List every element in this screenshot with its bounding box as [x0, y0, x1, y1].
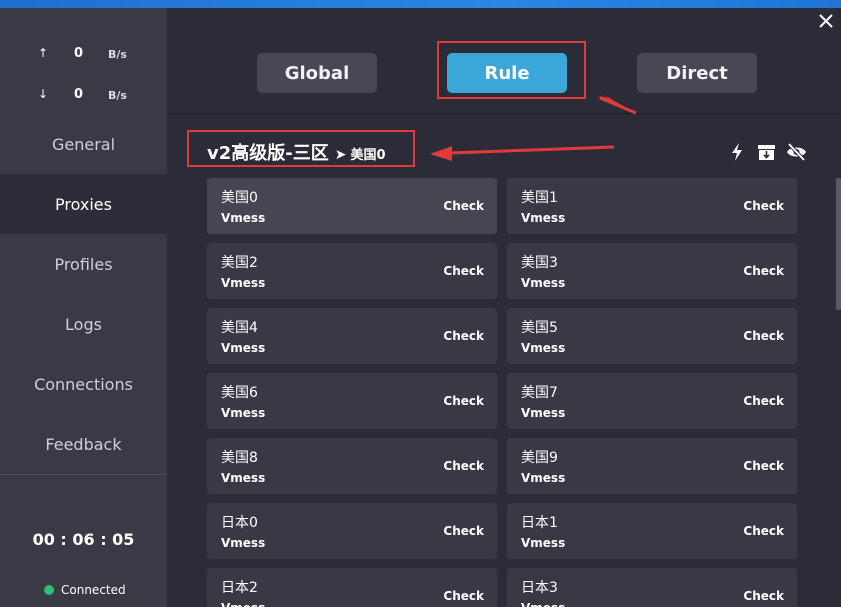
proxy-type: Vmess — [521, 471, 566, 485]
proxy-name: 美国4 — [221, 320, 258, 336]
proxy-type: Vmess — [521, 341, 566, 355]
check-latency-button[interactable]: Check — [743, 264, 784, 278]
check-latency-button[interactable]: Check — [443, 524, 484, 538]
uptime-timer: 00 : 06 : 05 — [32, 530, 135, 549]
proxy-type: Vmess — [221, 211, 266, 225]
arrow-up-icon: ↑ — [38, 46, 49, 60]
proxy-card[interactable]: 美国4 Vmess Check — [207, 308, 497, 364]
sidebar-item-profiles[interactable]: Profiles — [0, 234, 167, 294]
proxy-card[interactable]: 美国7 Vmess Check — [507, 373, 797, 429]
proxy-card[interactable]: 美国3 Vmess Check — [507, 243, 797, 299]
sidebar: ↑ 0 B/s ↓ 0 B/s General Proxies Profiles… — [0, 8, 167, 607]
mode-global-button[interactable]: Global — [257, 53, 377, 93]
proxy-name: 美国3 — [521, 255, 558, 271]
proxy-name: 美国7 — [521, 385, 558, 401]
proxy-type: Vmess — [221, 471, 266, 485]
proxy-card[interactable]: 日本0 Vmess Check — [207, 503, 497, 559]
proxy-name: 日本2 — [221, 580, 258, 596]
proxy-type: Vmess — [521, 211, 566, 225]
traffic-panel: ↑ 0 B/s ↓ 0 B/s — [0, 8, 167, 114]
check-latency-button[interactable]: Check — [443, 459, 484, 473]
proxy-type: Vmess — [521, 406, 566, 420]
annotation-box-rule — [437, 41, 586, 99]
proxy-card[interactable]: 日本2 Vmess Check — [207, 568, 497, 607]
proxy-type: Vmess — [221, 601, 265, 607]
proxy-name: 美国1 — [521, 190, 558, 206]
title-bar-strip — [0, 0, 841, 8]
sidebar-item-general[interactable]: General — [0, 114, 167, 174]
proxy-card[interactable]: 日本1 Vmess Check — [507, 503, 797, 559]
check-latency-button[interactable]: Check — [443, 589, 484, 603]
proxy-type: Vmess — [221, 341, 266, 355]
check-latency-button[interactable]: Check — [743, 394, 784, 408]
download-unit: B/s — [108, 89, 127, 102]
download-value: 0 — [74, 87, 84, 102]
arrow-down-icon: ↓ — [38, 87, 49, 101]
proxy-name: 美国8 — [221, 450, 258, 466]
upload-unit: B/s — [108, 48, 127, 61]
check-latency-button[interactable]: Check — [743, 459, 784, 473]
upload-speed: ↑ 0 B/s — [0, 45, 167, 65]
status-label: Connected — [61, 583, 126, 597]
eye-off-icon[interactable] — [786, 142, 807, 162]
proxy-name: 日本1 — [521, 515, 558, 531]
proxy-type: Vmess — [221, 536, 266, 550]
proxy-type: Vmess — [521, 276, 566, 290]
sidebar-item-connections[interactable]: Connections — [0, 354, 167, 414]
proxy-card[interactable]: 美国2 Vmess Check — [207, 243, 497, 299]
check-latency-button[interactable]: Check — [743, 524, 784, 538]
scrollbar[interactable] — [836, 178, 841, 310]
proxy-type: Vmess — [521, 601, 565, 607]
proxy-card[interactable]: 日本3 Vmess Check — [507, 568, 797, 607]
proxy-card[interactable]: 美国1 Vmess Check — [507, 178, 797, 234]
proxy-card[interactable]: 美国5 Vmess Check — [507, 308, 797, 364]
check-latency-button[interactable]: Check — [443, 329, 484, 343]
proxy-name: 美国5 — [521, 320, 558, 336]
status-dot-icon — [44, 585, 54, 595]
mode-direct-button[interactable]: Direct — [637, 53, 757, 93]
check-latency-button[interactable]: Check — [743, 199, 784, 213]
check-latency-button[interactable]: Check — [443, 264, 484, 278]
check-latency-button[interactable]: Check — [443, 199, 484, 213]
proxy-card[interactable]: 美国9 Vmess Check — [507, 438, 797, 494]
archive-icon[interactable] — [757, 142, 776, 162]
check-latency-button[interactable]: Check — [743, 329, 784, 343]
check-latency-button[interactable]: Check — [443, 394, 484, 408]
proxy-name: 美国9 — [521, 450, 558, 466]
proxy-name: 美国0 — [221, 190, 258, 206]
sidebar-item-proxies[interactable]: Proxies — [0, 174, 167, 234]
sidebar-item-logs[interactable]: Logs — [0, 294, 167, 354]
proxy-name: 日本3 — [521, 580, 558, 596]
check-latency-button[interactable]: Check — [743, 589, 784, 603]
proxy-card[interactable]: 美国0 Vmess Check — [207, 178, 497, 234]
sidebar-divider — [0, 474, 167, 475]
proxy-name: 日本0 — [221, 515, 258, 531]
connection-status: Connected — [44, 583, 126, 597]
proxy-card[interactable]: 美国8 Vmess Check — [207, 438, 497, 494]
annotation-box-group — [187, 130, 415, 167]
sidebar-item-feedback[interactable]: Feedback — [0, 414, 167, 474]
proxy-name: 美国6 — [221, 385, 258, 401]
proxy-type: Vmess — [221, 276, 266, 290]
proxy-list: 美国0 Vmess Check 美国1 Vmess Check 美国2 Vmess Check 美… — [207, 178, 797, 607]
proxy-card[interactable]: 美国6 Vmess Check — [207, 373, 497, 429]
lightning-icon[interactable] — [730, 142, 744, 162]
download-speed: ↓ 0 B/s — [0, 86, 167, 106]
proxy-name: 美国2 — [221, 255, 258, 271]
proxy-type: Vmess — [221, 406, 266, 420]
proxy-type: Vmess — [521, 536, 566, 550]
upload-value: 0 — [74, 46, 84, 61]
